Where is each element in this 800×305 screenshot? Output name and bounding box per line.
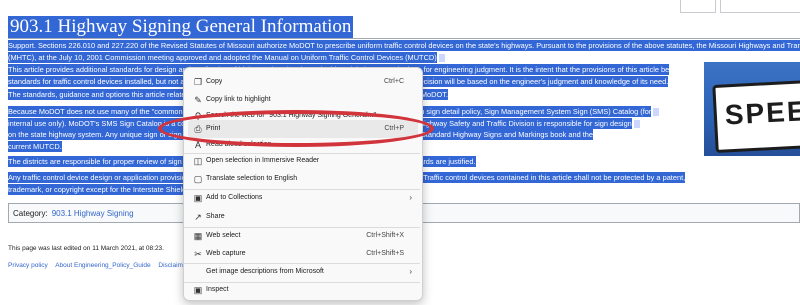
- web-select-icon: ▦: [193, 231, 203, 241]
- immersive-reader-icon: ◫: [193, 156, 203, 166]
- title-divider: [8, 38, 800, 39]
- footer-link-privacy[interactable]: Privacy policy: [8, 262, 48, 269]
- speed-sign-image: SPEED: [704, 62, 800, 156]
- paragraph-line: (MHTC), at the July 10, 2001 Commission …: [8, 51, 437, 63]
- category-label: Category:: [13, 209, 48, 218]
- copy-icon: ❐: [193, 77, 203, 87]
- menu-item-web-select[interactable]: ▦ Web select Ctrl+Shift+X: [188, 227, 418, 245]
- web-capture-icon: ✂: [194, 249, 202, 259]
- collections-icon: ▣: [193, 193, 203, 203]
- external-link-icon[interactable]: [437, 52, 446, 63]
- top-widget-left: [680, 0, 716, 13]
- chevron-right-icon: ›: [409, 267, 412, 276]
- speed-sign-text: SPEED: [724, 93, 800, 131]
- menu-item-web-capture[interactable]: ✂ Web capture Ctrl+Shift+S: [188, 245, 418, 263]
- link-highlight-icon: ✎: [194, 95, 202, 105]
- last-edited-text: This page was last edited on 11 March 20…: [8, 245, 164, 252]
- paragraph-line: current MUTCD.: [8, 140, 62, 152]
- paragraph-support: Support. Sections 226.010 and 227.220 of…: [8, 40, 800, 63]
- menu-item-copy[interactable]: ❐ Copy Ctrl+C: [188, 73, 418, 91]
- menu-item-add-to-collections[interactable]: ▣ Add to Collections ›: [188, 189, 418, 207]
- external-link-icon[interactable]: [632, 118, 641, 129]
- top-widget-right: [720, 0, 800, 13]
- external-link-icon[interactable]: [652, 107, 661, 118]
- translate-icon: ▢: [193, 174, 203, 184]
- speed-sign-plate: SPEED: [712, 79, 800, 153]
- menu-item-inspect[interactable]: ▣ Inspect: [188, 281, 418, 299]
- paragraph-line: Support. Sections 226.010 and 227.220 of…: [8, 40, 800, 51]
- chevron-right-icon: ›: [409, 193, 412, 202]
- menu-item-share[interactable]: ↗ Share: [188, 208, 418, 226]
- menu-item-image-descriptions[interactable]: Get image descriptions from Microsoft ›: [188, 263, 418, 281]
- share-icon: ↗: [194, 212, 202, 222]
- context-menu: ❐ Copy Ctrl+C ✎ Copy link to highlight ⚲…: [183, 67, 423, 301]
- category-link[interactable]: 903.1 Highway Signing: [52, 209, 134, 218]
- footer-links: Privacy policy About Engineering_Policy_…: [8, 262, 198, 269]
- menu-item-immersive-reader[interactable]: ◫ Open selection in Immersive Reader: [188, 152, 418, 170]
- page-title: 903.1 Highway Signing General Informatio…: [8, 16, 354, 38]
- menu-item-translate[interactable]: ▢ Translate selection to English: [188, 170, 418, 188]
- inspect-icon: ▣: [193, 285, 203, 295]
- footer-link-about[interactable]: About Engineering_Policy_Guide: [55, 262, 150, 269]
- print-highlight-annotation: [158, 110, 434, 147]
